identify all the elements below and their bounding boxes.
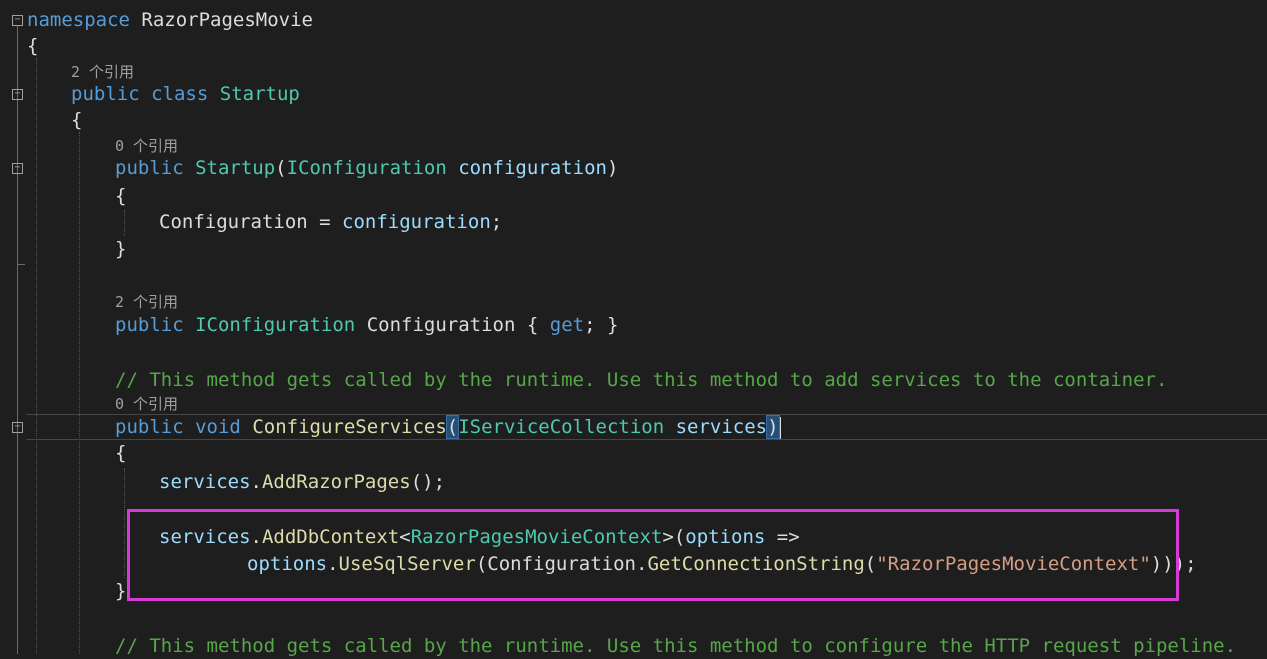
token-type: IServiceCollection	[458, 416, 665, 438]
highlight-annotation-box	[127, 509, 1179, 601]
token-keyword: get	[549, 314, 585, 336]
token-brace: {	[71, 109, 83, 131]
token-brace: }	[115, 580, 127, 602]
token-type: Startup	[195, 157, 276, 179]
codelens-references[interactable]: 2 个引用	[71, 62, 134, 82]
code-line[interactable]: Configuration = configuration;	[0, 209, 1267, 235]
token-keyword: public	[115, 416, 184, 438]
token-method: AddRazorPages	[261, 471, 411, 493]
token-brace: {	[115, 185, 127, 207]
code-line[interactable]: public IConfiguration Configuration { ge…	[0, 312, 1267, 338]
token-operator: =	[307, 211, 343, 233]
token-punctuation: ;	[490, 211, 503, 233]
token-brace: {	[27, 35, 39, 57]
token-parameter: services	[675, 416, 768, 438]
code-line[interactable]: // This method gets called by the runtim…	[0, 633, 1267, 659]
token-property: Configuration	[366, 314, 516, 336]
token-keyword: public	[71, 83, 140, 105]
code-line[interactable]: {	[0, 183, 1267, 209]
codelens-references[interactable]: 2 个引用	[115, 292, 178, 312]
token-type: IConfiguration	[195, 314, 356, 336]
token-parameter: configuration	[342, 211, 491, 233]
token-keyword: class	[151, 83, 209, 105]
token-parameter: services	[159, 471, 251, 493]
fold-guide-ctor-end	[17, 264, 25, 265]
token-keyword: namespace	[27, 9, 130, 31]
token-keyword: void	[195, 416, 241, 438]
token-property: Configuration	[159, 211, 308, 233]
token-comment: // This method gets called by the runtim…	[115, 369, 1168, 391]
code-line[interactable]: services.AddRazorPages();	[0, 469, 1267, 495]
code-editor[interactable]: − − − − namespace RazorPagesMovie { 2 个引…	[0, 0, 1267, 657]
token-method: ConfigureServices	[252, 416, 447, 438]
codelens-references[interactable]: 0 个引用	[115, 394, 178, 414]
code-line[interactable]: }	[0, 236, 1267, 262]
token-keyword: public	[115, 157, 184, 179]
code-line[interactable]: // This method gets called by the runtim…	[0, 367, 1267, 393]
token-keyword: public	[115, 314, 184, 336]
code-line[interactable]: public Startup(IConfiguration configurat…	[0, 155, 1267, 181]
token-brace: }	[115, 238, 127, 260]
code-line[interactable]: {	[0, 33, 1267, 59]
token-type: Startup	[219, 83, 300, 105]
token-parameter: configuration	[458, 157, 607, 179]
token-brace: {	[115, 442, 127, 464]
code-line[interactable]: public void ConfigureServices(IServiceCo…	[0, 414, 1267, 440]
text-caret	[778, 416, 781, 439]
token-type: IConfiguration	[286, 157, 447, 179]
token-identifier: RazorPagesMovie	[141, 9, 313, 31]
codelens-references[interactable]: 0 个引用	[115, 136, 178, 156]
code-line[interactable]: {	[0, 440, 1267, 466]
code-line[interactable]: public class Startup	[0, 81, 1267, 107]
code-line[interactable]: {	[0, 107, 1267, 133]
code-line[interactable]: namespace RazorPagesMovie	[0, 7, 1267, 33]
